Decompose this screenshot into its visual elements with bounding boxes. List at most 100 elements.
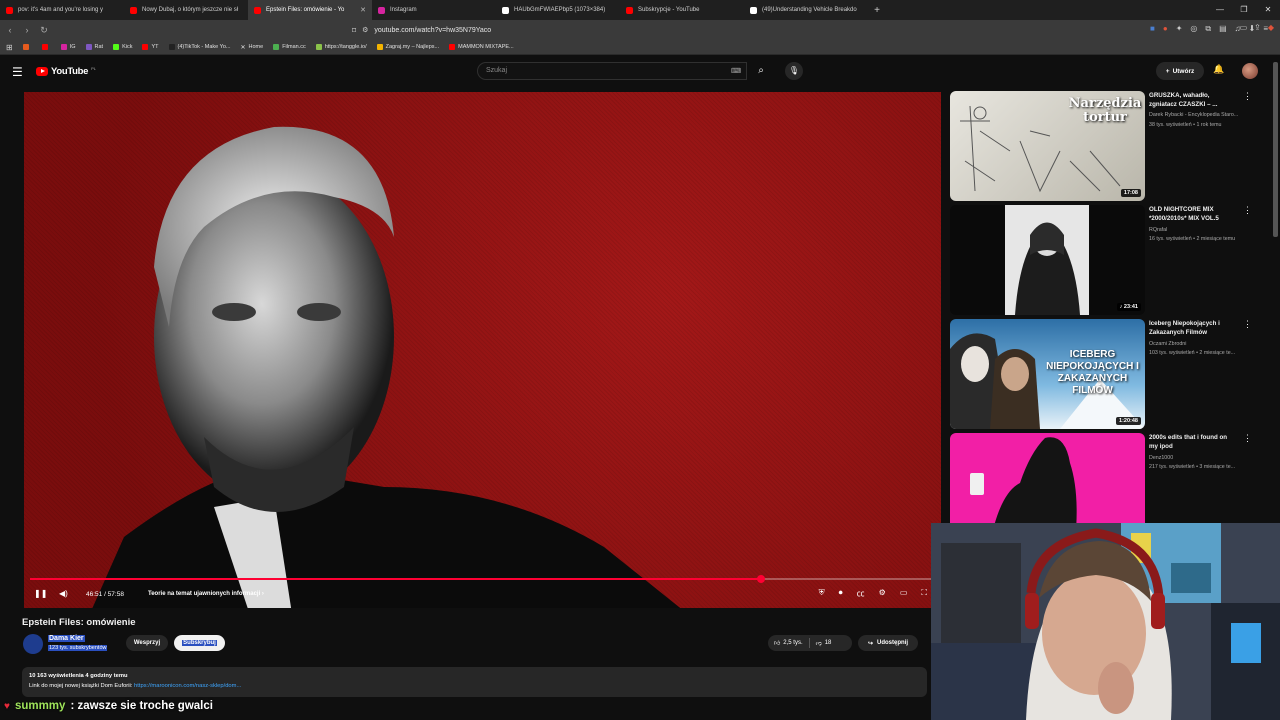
bookmark-item[interactable]: ✕ Home: [240, 44, 263, 51]
page-scrollbar[interactable]: [1273, 62, 1278, 237]
dislike-button[interactable]: 👎︎ 18: [810, 635, 838, 651]
bookmark-item[interactable]: Zagraj.my – Najleps...: [376, 44, 439, 50]
thumbnail-caption: ICEBERG NIEPOKOJĄCYCH I ZAKAZANYCH FILMÓ…: [1046, 349, 1139, 396]
subtitles-icon[interactable]: ㏄: [857, 588, 865, 599]
browser-tab[interactable]: Subskrypcje - YouTube: [620, 0, 744, 20]
subscribe-button[interactable]: Subskrybuj: [174, 635, 225, 651]
more-options-icon[interactable]: ⋮: [1243, 91, 1252, 102]
sidebar-icon[interactable]: ▤: [1219, 24, 1227, 34]
chat-username: summmy: [14, 700, 66, 712]
forward-icon[interactable]: ›: [20, 25, 34, 35]
recommended-title[interactable]: Iceberg Niepokojących i Zakazanych Filmó…: [1149, 319, 1237, 337]
volume-icon[interactable]: ◀): [59, 589, 68, 598]
theater-mode-icon[interactable]: ▭: [900, 588, 908, 599]
back-icon[interactable]: ‹: [3, 25, 17, 35]
recommended-title[interactable]: GRUSZKA, wahadło, zgniatacz CZASZKI – ..…: [1149, 91, 1237, 109]
search-button[interactable]: ⌕: [750, 62, 772, 80]
recommended-channel[interactable]: Oczami Zbrodni: [1149, 341, 1249, 347]
recommended-title[interactable]: 2000s edits that i found on my ipod: [1149, 433, 1237, 451]
search-input[interactable]: Szukaj: [477, 62, 747, 80]
bookmark-label: Filman.cc: [282, 44, 306, 50]
apps-icon[interactable]: ⊞: [6, 43, 13, 52]
video-thumbnail[interactable]: ♪ 23:41: [950, 205, 1145, 315]
record-extension-icon[interactable]: ●: [1163, 24, 1168, 34]
video-player[interactable]: ❚❚ ◀) 46:51 / 57:58 Teorie na temat ujaw…: [24, 92, 941, 608]
browser-tab-active[interactable]: Epstein Files: omówienie - Yo ✕: [248, 0, 372, 20]
bookmark-item[interactable]: https://tanggle.io/: [315, 44, 367, 50]
youtube-logo[interactable]: YouTube PL: [36, 66, 96, 77]
channel-name[interactable]: Dama Kier: [48, 635, 85, 642]
bookmark-item[interactable]: [41, 44, 51, 50]
fullscreen-icon[interactable]: ⛶: [921, 588, 927, 599]
bookmark-item[interactable]: Kick: [113, 44, 132, 50]
pause-icon[interactable]: ❚❚: [34, 589, 47, 598]
settings-gear-icon[interactable]: ⚙: [879, 588, 886, 599]
bookmark-icon[interactable]: ⌑: [352, 26, 356, 35]
voice-search-button[interactable]: 🎙: [785, 62, 803, 80]
restore-icon[interactable]: ❐: [1232, 0, 1256, 20]
video-frame-portrait: [92, 126, 681, 608]
download-icon[interactable]: ⬇: [1249, 24, 1256, 34]
shield-extension-icon[interactable]: ◆: [1268, 23, 1274, 32]
bookmark-favicon-icon: [41, 44, 48, 50]
extension-icon[interactable]: ■: [1150, 24, 1155, 34]
video-thumbnail[interactable]: Narzędzia tortur 17:08: [950, 91, 1145, 201]
bookmark-item[interactable]: Filman.cc: [273, 44, 306, 50]
thumbnail-art: [1005, 205, 1089, 315]
new-tab-button[interactable]: +: [868, 5, 886, 16]
bookmark-item[interactable]: YT: [142, 44, 159, 50]
autoplay-toggle-icon[interactable]: ⏺: [839, 588, 843, 599]
recommended-channel[interactable]: RQrafal: [1149, 227, 1249, 233]
bookmark-item[interactable]: IG: [60, 44, 76, 50]
browser-tab[interactable]: pov: it's 4am and you're losing y: [0, 0, 124, 20]
reload-icon[interactable]: ↻: [37, 25, 51, 36]
shield-icon[interactable]: ⛨: [819, 588, 825, 599]
tab-title: HAUbGmFWIAEPbp5 (1073×384): [514, 7, 606, 13]
like-button[interactable]: 👍︎ 2,5 tys.: [768, 635, 809, 651]
thumbs-up-icon: 👍︎: [774, 641, 781, 647]
bookmark-item[interactable]: Rat: [85, 44, 103, 50]
more-options-icon[interactable]: ⋮: [1243, 433, 1252, 444]
browser-tab[interactable]: Nowy Dubaj, o którym jeszcze nie sł: [124, 0, 248, 20]
video-duration: ♪ 23:41: [1116, 303, 1141, 311]
description-link[interactable]: https://maroonicon.com/nasz-sklep/dom...: [134, 683, 241, 689]
account-avatar[interactable]: [1242, 63, 1258, 79]
url-field[interactable]: ⌑ ⚙ youtube.com/watch?v=hw35N79Yaco: [352, 23, 912, 37]
bookmark-item[interactable]: (4)TikTok - Make Yo...: [168, 44, 230, 50]
share-button[interactable]: ↪ Udostępnij: [858, 635, 918, 651]
notifications-bell-icon[interactable]: 🔔: [1213, 64, 1224, 75]
keyboard-icon[interactable]: ⌨: [731, 67, 741, 75]
create-button[interactable]: + Utwórz: [1156, 62, 1204, 80]
recommended-channel[interactable]: Denz1000: [1149, 455, 1249, 461]
browser-tab[interactable]: Instagram: [372, 0, 496, 20]
chapter-title[interactable]: Teorie na temat ujawnionych informacji ›: [148, 591, 264, 597]
bookmark-item[interactable]: MAMMON MIXTAPE...: [449, 44, 514, 50]
support-button[interactable]: Wesprzyj: [126, 635, 168, 651]
minimize-icon[interactable]: —: [1208, 0, 1232, 20]
bookmark-label: https://tanggle.io/: [324, 44, 367, 50]
puzzle-icon[interactable]: ⧉: [1205, 24, 1211, 34]
close-window-icon[interactable]: ✕: [1256, 0, 1280, 20]
extension-icon[interactable]: ✦: [1176, 24, 1183, 34]
bookmark-item[interactable]: [22, 44, 32, 50]
menu-icon[interactable]: ≡: [1263, 24, 1268, 34]
video-thumbnail[interactable]: ICEBERG NIEPOKOJĄCYCH I ZAKAZANYCH FILMÓ…: [950, 319, 1145, 429]
more-options-icon[interactable]: ⋮: [1243, 205, 1252, 216]
like-dislike-group: 👍︎ 2,5 tys. 👎︎ 18: [768, 635, 852, 651]
browser-tab[interactable]: HAUbGmFWIAEPbp5 (1073×384): [496, 0, 620, 20]
recommended-video[interactable]: Narzędzia tortur 17:08 GRUSZKA, wahadło,…: [950, 91, 1260, 201]
close-tab-icon[interactable]: ✕: [360, 6, 366, 14]
site-info-icon[interactable]: ⚙: [362, 26, 368, 34]
browser-tab[interactable]: (49)Understanding Vehicle Breakdo: [744, 0, 868, 20]
more-options-icon[interactable]: ⋮: [1243, 319, 1252, 330]
hamburger-menu-icon[interactable]: ☰: [12, 65, 23, 79]
video-progress-bar[interactable]: [30, 575, 935, 583]
extension-icon[interactable]: ◎: [1190, 24, 1197, 34]
recommended-title[interactable]: OLD NIGHTCORE MIX *2000/2010s* MIX VOL.5: [1149, 205, 1237, 223]
description-box[interactable]: [22, 667, 927, 697]
recommended-video[interactable]: ♪ 23:41 OLD NIGHTCORE MIX *2000/2010s* M…: [950, 205, 1260, 315]
recommended-channel[interactable]: Darek Rybacki - Encyklopedia Staro...: [1149, 112, 1249, 118]
recommended-video[interactable]: ICEBERG NIEPOKOJĄCYCH I ZAKAZANYCH FILMÓ…: [950, 319, 1260, 429]
channel-avatar[interactable]: [23, 634, 43, 654]
music-icon[interactable]: ♫: [1235, 24, 1241, 34]
